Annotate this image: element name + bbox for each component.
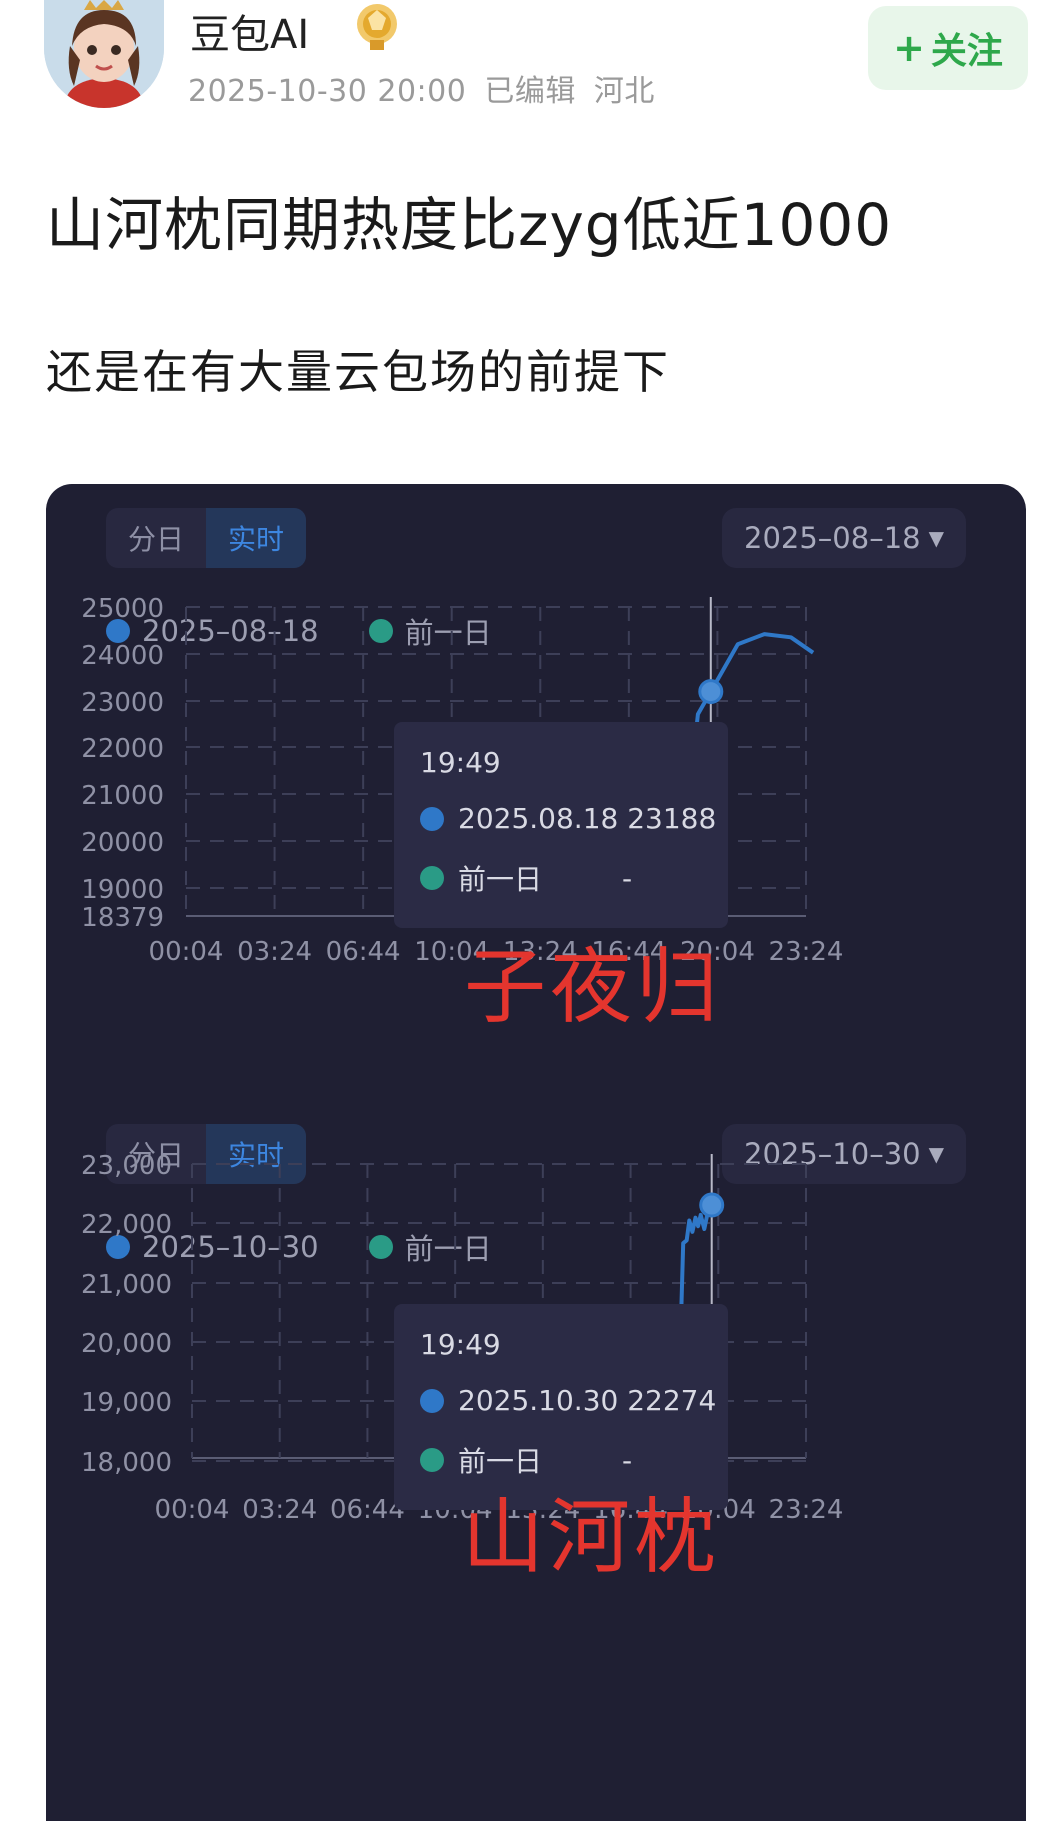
y-tick-label: 19000 (81, 875, 164, 905)
chart-panel-1: 分日 实时 2025–08–18 ▼ 2025–08–18 前一日 25000 2… (46, 484, 1026, 1124)
y-tick-label: 24000 (81, 641, 164, 671)
y-tick-label: 18,000 (81, 1448, 172, 1478)
gold-medal-icon (357, 4, 397, 50)
x-tick-label: 00:04 (149, 937, 224, 967)
y-tick-label: 20,000 (81, 1329, 172, 1359)
edited-flag: 已编辑 (484, 74, 576, 109)
post-meta: 2025-10-30 20:00 已编辑 河北 (188, 66, 673, 110)
post-location: 河北 (593, 74, 655, 109)
overlay-caption: 山河枕 (462, 1490, 721, 1585)
chart-panel-2: 分日 实时 2025–10–30 ▼ 2025–10–30 前一日 23,000… (46, 1124, 1026, 1764)
post-image[interactable]: 分日 实时 2025–08–18 ▼ 2025–08–18 前一日 25000 2… (46, 484, 1026, 1821)
highlight-point (699, 1192, 725, 1218)
y-tick-label: 23000 (81, 688, 164, 718)
y-tick-label: 19,000 (81, 1388, 172, 1418)
x-tick-label: 03:24 (242, 1495, 317, 1525)
post-title: 山河枕同期热度比zyg低近1000 (46, 191, 893, 259)
tooltip-value: - (622, 861, 633, 895)
author-name[interactable]: 豆包AI (190, 2, 309, 60)
x-tick-label: 06:44 (326, 937, 401, 967)
highlight-point (698, 679, 724, 705)
tooltip-row-today: 2025.08.18 23188 (420, 802, 716, 835)
post-date: 2025-10-30 20:00 (188, 74, 467, 109)
y-tick-label: 25000 (81, 594, 164, 624)
y-tick-label: 20000 (81, 828, 164, 858)
tooltip-value: 2025.08.18 23188 (458, 802, 717, 835)
x-tick-label: 03:24 (237, 937, 312, 967)
y-tick-label: 18379 (81, 903, 164, 933)
y-tick-label: 21000 (81, 781, 164, 811)
post-subtitle: 还是在有大量云包场的前提下 (46, 345, 670, 399)
author-avatar[interactable] (44, 0, 164, 108)
follow-button[interactable]: + 关注 (868, 6, 1028, 90)
follow-label: 关注 (930, 31, 1003, 72)
series-dot (420, 1388, 444, 1413)
chart-tooltip: 19:49 2025.08.18 23188 前一日 - (394, 722, 728, 928)
y-tick-label: 21,000 (81, 1270, 172, 1300)
overlay-caption: 子夜归 (464, 940, 723, 1035)
x-tick-label: 00:04 (155, 1495, 230, 1525)
y-tick-label: 23,000 (81, 1151, 172, 1181)
x-tick-label: 23:24 (769, 1495, 844, 1525)
series-dot (420, 1448, 444, 1472)
tooltip-time: 19:49 (420, 1328, 501, 1361)
x-tick-label: 23:24 (769, 937, 844, 967)
avatar-portrait (44, 0, 164, 108)
tooltip-row-today: 2025.10.30 22274 (420, 1384, 716, 1417)
y-tick-label: 22000 (81, 734, 164, 764)
series-dot (420, 866, 444, 890)
series-dot (420, 806, 444, 831)
tooltip-time: 19:49 (420, 746, 501, 779)
y-tick-label: 22,000 (81, 1210, 172, 1240)
tooltip-label: 前一日 (458, 863, 543, 896)
tooltip-value: 2025.10.30 22274 (458, 1384, 717, 1417)
plus-icon: + (893, 26, 925, 70)
tooltip-row-prev: 前一日 - (420, 858, 632, 898)
